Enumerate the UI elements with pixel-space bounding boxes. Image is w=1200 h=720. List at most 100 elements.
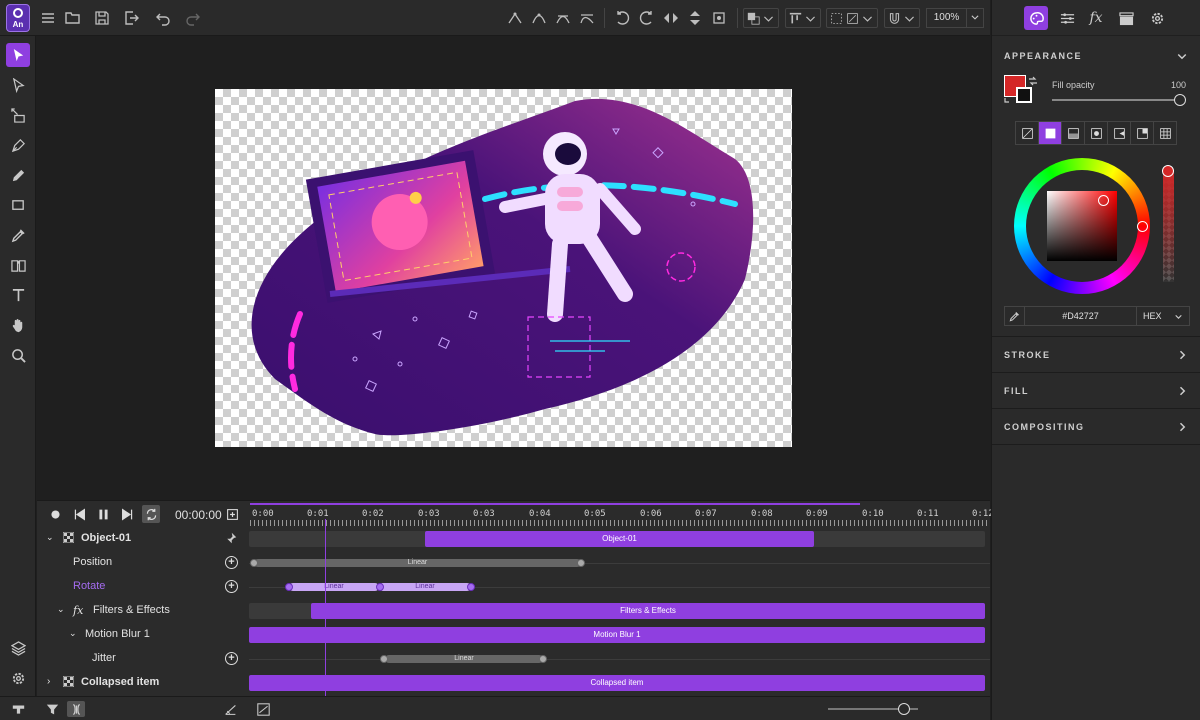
keyframe-segment[interactable]: Linear	[289, 583, 379, 591]
fill-section-title[interactable]: FILL	[1004, 386, 1029, 396]
artboard[interactable]	[215, 89, 792, 447]
track-row-rotate[interactable]: Rotate + Linear Linear	[37, 575, 990, 599]
keyframe[interactable]	[285, 583, 293, 591]
color-wheel[interactable]	[1014, 158, 1150, 294]
direct-select-tool-icon[interactable]	[6, 73, 30, 97]
fx-tab-icon[interactable]: fx	[1084, 6, 1108, 30]
compositing-section-title[interactable]: COMPOSITING	[1004, 422, 1085, 432]
node-asymmetric-icon[interactable]	[577, 8, 597, 28]
add-keyframe-rotate-button[interactable]: +	[225, 580, 238, 593]
zoom-dropdown[interactable]: 100%	[926, 8, 984, 28]
alpha-handle[interactable]	[1162, 165, 1174, 177]
flip-vertical-icon[interactable]	[685, 8, 705, 28]
track-lane[interactable]: Linear	[249, 554, 985, 572]
pencil-tool-icon[interactable]	[6, 163, 30, 187]
zoom-tool-icon[interactable]	[6, 343, 30, 367]
eyedropper-tool-icon[interactable]	[6, 223, 30, 247]
arrange-dropdown[interactable]	[743, 8, 779, 28]
clip-motion-blur[interactable]: Motion Blur 1	[249, 627, 985, 643]
track-lane[interactable]: Motion Blur 1	[249, 626, 985, 644]
hue-picker-handle[interactable]	[1137, 221, 1148, 232]
playhead[interactable]	[325, 519, 326, 697]
alpha-slider[interactable]	[1162, 165, 1174, 282]
time-ruler[interactable]: 0:00 0:01 0:02 0:03 0:03 0:04 0:05 0:06 …	[250, 503, 994, 527]
canvas-area[interactable]	[37, 37, 990, 500]
timeline-toggle-icon[interactable]	[10, 701, 26, 717]
onion-skin-icon[interactable]	[67, 701, 85, 717]
track-row-position[interactable]: Position + Linear	[37, 551, 990, 575]
save-icon[interactable]	[92, 8, 112, 28]
selection-dropdown[interactable]	[826, 8, 878, 28]
track-lane[interactable]: Linear	[249, 650, 985, 668]
transform-icon[interactable]	[709, 8, 729, 28]
slider-knob[interactable]	[1174, 94, 1186, 106]
undo-icon[interactable]	[153, 8, 173, 28]
graph-editor-icon[interactable]	[255, 701, 271, 717]
chevron-right-icon[interactable]: ›	[47, 676, 50, 687]
sv-picker-handle[interactable]	[1098, 195, 1109, 206]
node-smooth-icon[interactable]	[529, 8, 549, 28]
keyframe-segment[interactable]: Linear	[254, 559, 581, 567]
layers-icon[interactable]	[6, 636, 30, 660]
text-tool-icon[interactable]	[6, 283, 30, 307]
track-row-object[interactable]: ⌄ Object-01 Object-01	[37, 527, 990, 551]
linear-gradient-icon[interactable]	[1062, 122, 1085, 144]
chevron-down-icon[interactable]: ⌄	[57, 604, 65, 615]
fill-opacity-slider[interactable]	[1052, 94, 1186, 106]
easing-icon[interactable]	[222, 701, 238, 717]
add-keyframe-icon[interactable]	[223, 505, 241, 523]
track-row-jitter[interactable]: Jitter + Linear	[37, 647, 990, 671]
track-lane[interactable]: Filters & Effects	[249, 602, 985, 620]
work-area-range[interactable]	[250, 503, 860, 505]
menu-icon[interactable]	[38, 8, 58, 28]
track-row-filters[interactable]: ⌄ fx Filters & Effects Filters & Effects	[37, 599, 990, 623]
clapper-tab-icon[interactable]	[1114, 6, 1138, 30]
timeline-zoom-slider[interactable]	[828, 703, 918, 715]
select-tool-icon[interactable]	[6, 43, 30, 67]
track-row-motion-blur[interactable]: ⌄ Motion Blur 1 Motion Blur 1	[37, 623, 990, 647]
clip-filters[interactable]: Filters & Effects	[311, 603, 985, 619]
sliders-tab-icon[interactable]	[1055, 6, 1079, 30]
keyframe-segment[interactable]: Linear	[385, 655, 543, 663]
chevron-down-icon[interactable]: ⌄	[69, 628, 77, 639]
diamond-gradient-icon[interactable]	[1131, 122, 1154, 144]
keyframe[interactable]	[380, 655, 388, 663]
chevron-right-icon[interactable]	[1176, 421, 1188, 433]
loop-icon[interactable]	[142, 505, 160, 523]
node-corner-icon[interactable]	[505, 8, 525, 28]
chevron-down-icon[interactable]: ⌄	[46, 532, 54, 543]
add-keyframe-position-button[interactable]: +	[225, 556, 238, 569]
chevron-right-icon[interactable]	[1176, 349, 1188, 361]
export-icon[interactable]	[122, 8, 142, 28]
pause-icon[interactable]	[94, 505, 112, 523]
keyframe[interactable]	[467, 583, 475, 591]
track-lane[interactable]: Object-01	[249, 530, 985, 548]
slider-knob[interactable]	[898, 703, 910, 715]
settings-tab-icon[interactable]	[1145, 6, 1169, 30]
skip-end-icon[interactable]	[118, 505, 136, 523]
chevron-right-icon[interactable]	[1176, 385, 1188, 397]
keyframe[interactable]	[577, 559, 585, 567]
flip-horizontal-icon[interactable]	[661, 8, 681, 28]
keyframe[interactable]	[250, 559, 258, 567]
conic-gradient-icon[interactable]	[1108, 122, 1131, 144]
chevron-down-icon[interactable]	[1176, 50, 1188, 62]
track-lane[interactable]: Collapsed item	[249, 674, 985, 692]
keyframe-segment[interactable]: Linear	[379, 583, 471, 591]
align-dropdown[interactable]	[785, 8, 821, 28]
eyedropper-icon[interactable]	[1005, 307, 1025, 325]
stroke-color-swatch[interactable]	[1016, 87, 1032, 103]
filter-icon[interactable]	[44, 701, 60, 717]
track-row-collapsed[interactable]: › Collapsed item Collapsed item	[37, 671, 990, 695]
settings-gear-icon[interactable]	[6, 666, 30, 690]
appearance-tab-icon[interactable]	[1024, 6, 1048, 30]
hex-input[interactable]: #D42727	[1025, 307, 1137, 325]
pen-tool-icon[interactable]	[6, 133, 30, 157]
radial-gradient-icon[interactable]	[1085, 122, 1108, 144]
record-icon[interactable]	[46, 505, 64, 523]
track-lane[interactable]: Linear Linear	[249, 578, 985, 596]
clip-object[interactable]: Object-01	[425, 531, 814, 547]
keyframe[interactable]	[539, 655, 547, 663]
add-keyframe-jitter-button[interactable]: +	[225, 652, 238, 665]
node-symmetric-icon[interactable]	[553, 8, 573, 28]
